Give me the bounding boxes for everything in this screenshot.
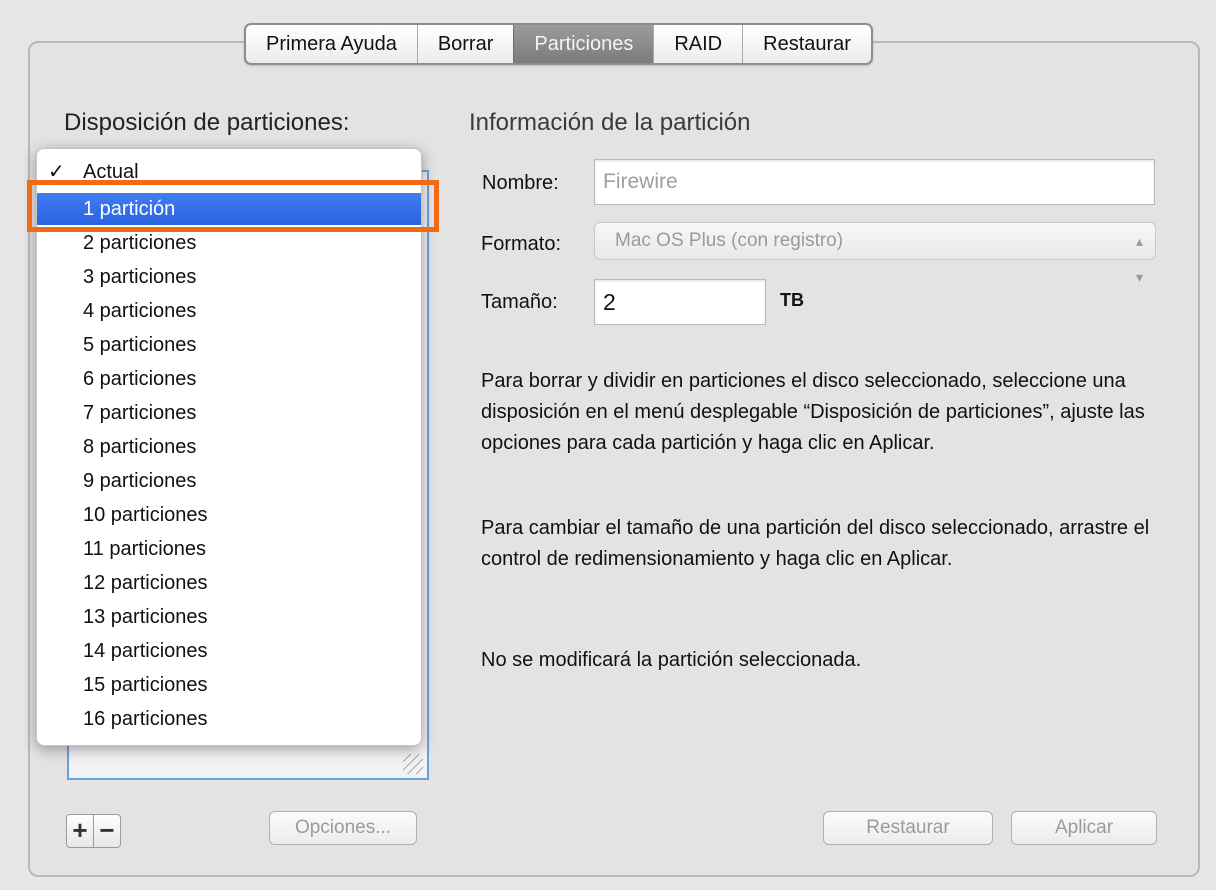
format-label: Formato: (481, 233, 562, 255)
add-partition-button[interactable]: + (67, 815, 93, 847)
options-button[interactable]: Opciones... (269, 811, 417, 845)
menu-item-13-partitions[interactable]: 13 particiones (37, 601, 421, 633)
menu-item-10-partitions[interactable]: 10 particiones (37, 499, 421, 531)
menu-item-16-partitions[interactable]: 16 particiones (37, 703, 421, 735)
help-text-resize: Para cambiar el tamaño de una partición … (481, 517, 1150, 570)
menu-item-9-partitions[interactable]: 9 particiones (37, 465, 421, 497)
menu-item-6-partitions[interactable]: 6 particiones (37, 363, 421, 395)
tab-partitions[interactable]: Particiones (513, 25, 654, 63)
menu-item-8-partitions[interactable]: 8 particiones (37, 431, 421, 463)
menu-item-4-partitions[interactable]: 4 particiones (37, 295, 421, 327)
partition-layout-menu[interactable]: ✓ Actual 1 partición 2 particiones 3 par… (36, 148, 422, 746)
restore-button[interactable]: Restaurar (823, 811, 993, 845)
menu-item-11-partitions[interactable]: 11 particiones (37, 533, 421, 565)
size-field[interactable] (594, 279, 766, 325)
name-label: Nombre: (482, 172, 559, 194)
tab-bar: Primera Ayuda Borrar Particiones RAID Re… (244, 23, 873, 65)
apply-button[interactable]: Aplicar (1011, 811, 1157, 845)
updown-arrows-icon: ▴ ▾ (1135, 233, 1143, 285)
add-remove-control: + − (66, 814, 121, 848)
menu-item-12-partitions[interactable]: 12 particiones (37, 567, 421, 599)
menu-item-7-partitions[interactable]: 7 particiones (37, 397, 421, 429)
size-label: Tamaño: (481, 291, 558, 313)
resize-grip-icon[interactable] (403, 754, 423, 774)
tab-erase[interactable]: Borrar (416, 25, 514, 63)
format-select[interactable]: Mac OS Plus (con registro) ▴ ▾ (594, 222, 1156, 285)
tab-raid[interactable]: RAID (653, 25, 742, 63)
tab-restore[interactable]: Restaurar (742, 25, 871, 63)
menu-item-3-partitions[interactable]: 3 particiones (37, 261, 421, 293)
menu-item-5-partitions[interactable]: 5 particiones (37, 329, 421, 361)
help-text-partition: Para borrar y dividir en particiones el … (481, 370, 1145, 454)
tab-first-aid[interactable]: Primera Ayuda (246, 25, 417, 63)
partition-info-heading: Información de la partición (469, 109, 751, 136)
remove-partition-button[interactable]: − (93, 815, 120, 847)
menu-item-14-partitions[interactable]: 14 particiones (37, 635, 421, 667)
partition-layout-heading: Disposición de particiones: (64, 109, 350, 136)
annotation-highlight (27, 180, 439, 232)
menu-item-15-partitions[interactable]: 15 particiones (37, 669, 421, 701)
size-unit: TB (780, 290, 804, 310)
name-field[interactable] (594, 159, 1155, 205)
format-value: Mac OS Plus (con registro) (615, 230, 844, 251)
help-text-no-change: No se modificará la partición selecciona… (481, 649, 862, 671)
